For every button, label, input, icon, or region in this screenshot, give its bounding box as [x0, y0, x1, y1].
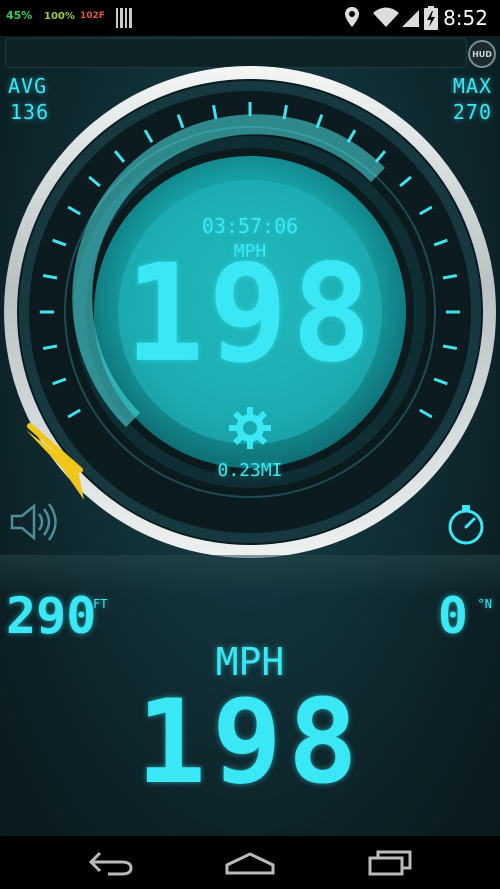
heading-value: 0: [437, 587, 468, 645]
signal-percent: 100%: [44, 11, 75, 22]
gauge-speed: 198: [124, 235, 376, 393]
recents-button[interactable]: [345, 836, 435, 889]
altitude-unit: FT: [93, 597, 108, 611]
speaker-icon[interactable]: [8, 500, 60, 544]
stopwatch-icon[interactable]: [444, 503, 488, 547]
trip-time: 03:57:06: [201, 214, 299, 238]
status-bar: 45% 100% 102F 8:52: [0, 0, 500, 36]
gear-icon[interactable]: [228, 406, 272, 450]
cellular-icon: [402, 10, 419, 27]
battery-percent: 45%: [6, 9, 33, 22]
temperature: 102F: [80, 11, 105, 21]
heading-unit: °N: [477, 597, 492, 611]
navigation-bar: [0, 836, 500, 889]
wifi-icon: [373, 7, 399, 27]
trip-distance: 0.23MI: [217, 460, 283, 481]
location-icon: [345, 7, 359, 27]
battery-charging-icon: [424, 6, 438, 30]
home-button[interactable]: [205, 836, 295, 889]
clock: 8:52: [443, 6, 488, 30]
back-icon: [88, 851, 133, 875]
altitude-value: 290: [6, 587, 97, 645]
home-icon: [225, 851, 275, 874]
barcode-icon: [116, 8, 132, 28]
back-button[interactable]: [66, 836, 156, 889]
speed-readout: 198: [136, 675, 364, 810]
recents-icon: [368, 850, 412, 875]
